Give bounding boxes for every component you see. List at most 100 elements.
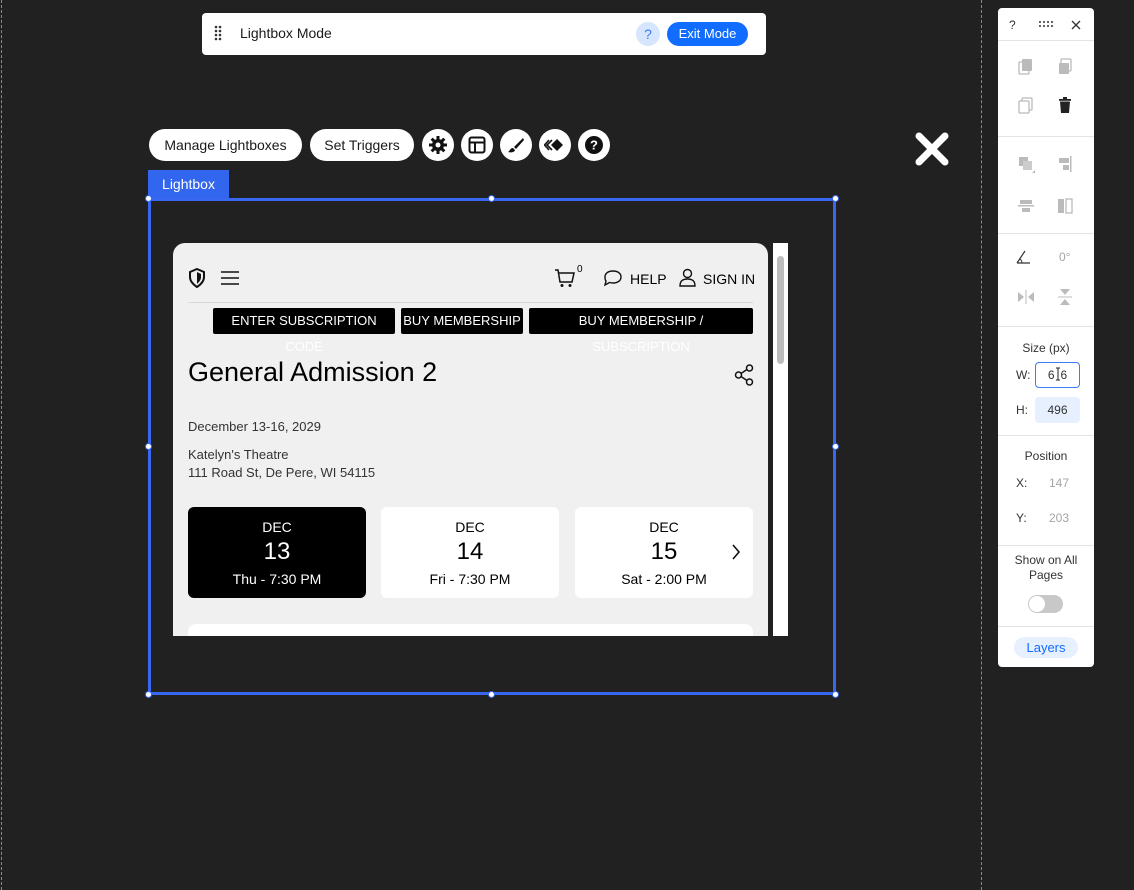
mode-help-button[interactable]: ? — [636, 22, 660, 46]
share-icon[interactable] — [734, 364, 754, 386]
width-value-end: 6 — [1060, 368, 1068, 382]
date-card-selected[interactable]: DEC 13 Thu - 7:30 PM — [188, 507, 366, 598]
match-size-icon[interactable] — [1055, 196, 1075, 216]
arrange-icon[interactable] — [1016, 154, 1036, 174]
lightbox-mode-bar: Lightbox Mode ? Exit Mode — [202, 13, 766, 55]
resize-handle-l[interactable] — [145, 443, 152, 450]
date-card-month: DEC — [649, 519, 679, 535]
panel-drag-icon[interactable] — [1038, 20, 1054, 28]
date-card-time: Fri - 7:30 PM — [429, 571, 511, 587]
panel-close-icon[interactable] — [1071, 20, 1081, 30]
flip-horizontal-icon[interactable] — [1016, 287, 1036, 307]
hamburger-menu-icon[interactable] — [221, 271, 239, 285]
width-label: W: — [1016, 368, 1031, 382]
toggle-knob — [1029, 596, 1045, 612]
inspector-panel: ? 0° Size (px) W: 6 6 H: 496 Position X:… — [998, 8, 1094, 667]
help-link[interactable]: HELP — [630, 271, 667, 287]
header-divider — [188, 302, 753, 303]
date-card-day: 14 — [456, 538, 484, 565]
height-input[interactable]: 496 — [1035, 397, 1080, 423]
sign-in-link[interactable]: SIGN IN — [703, 271, 755, 287]
panel-divider — [998, 626, 1094, 627]
date-card-month: DEC — [262, 519, 292, 535]
embedded-event-page: 0 HELP SIGN IN ENTER SUBSCRIPTION CODE B… — [173, 243, 768, 636]
shield-icon[interactable] — [188, 268, 206, 288]
resize-handle-tl[interactable] — [145, 195, 152, 202]
width-input[interactable]: 66 — [1035, 362, 1080, 388]
size-label: Size (px) — [1022, 341, 1070, 355]
paste-icon[interactable] — [1055, 56, 1075, 76]
panel-divider — [998, 40, 1094, 41]
flip-vertical-icon[interactable] — [1055, 287, 1075, 307]
resize-handle-tr[interactable] — [832, 195, 839, 202]
manage-lightboxes-button[interactable]: Manage Lightboxes — [149, 129, 302, 161]
close-lightbox-icon[interactable] — [914, 131, 950, 167]
panel-help-button[interactable]: ? — [1009, 18, 1016, 32]
panel-divider — [998, 136, 1094, 137]
distribute-icon[interactable] — [1016, 196, 1036, 216]
brush-icon — [508, 138, 524, 153]
copy-icon[interactable] — [1016, 56, 1036, 76]
cart-icon[interactable] — [554, 268, 576, 288]
next-section-card — [188, 624, 753, 636]
panel-divider — [998, 435, 1094, 436]
layout-button[interactable] — [461, 129, 493, 161]
page-scrollbar-thumb[interactable] — [777, 256, 784, 364]
chat-icon[interactable] — [603, 269, 623, 287]
user-icon[interactable] — [679, 268, 696, 287]
resize-handle-b[interactable] — [488, 691, 495, 698]
buy-membership-subscription-button[interactable]: BUY MEMBERSHIP / SUBSCRIPTION — [529, 308, 753, 354]
help-button[interactable]: ? — [578, 129, 610, 161]
date-card-time: Thu - 7:30 PM — [232, 571, 322, 587]
canvas-guide-right — [981, 0, 982, 890]
resize-handle-r[interactable] — [832, 443, 839, 450]
buy-membership-button[interactable]: BUY MEMBERSHIP — [401, 308, 523, 334]
y-label: Y: — [1016, 511, 1027, 525]
panel-divider — [998, 326, 1094, 327]
show-on-all-pages-toggle[interactable] — [1028, 595, 1063, 613]
animation-icon — [544, 139, 563, 151]
x-value[interactable]: 147 — [1049, 476, 1069, 490]
height-label: H: — [1016, 403, 1028, 417]
rotate-angle-icon[interactable] — [1014, 247, 1034, 267]
gear-icon — [429, 136, 447, 154]
show-on-all-pages-label: Show on All — [1014, 553, 1078, 567]
x-label: X: — [1016, 476, 1028, 490]
venue-name: Katelyn's Theatre — [188, 447, 289, 462]
resize-handle-t[interactable] — [488, 195, 495, 202]
resize-handle-br[interactable] — [832, 691, 839, 698]
align-icon[interactable] — [1055, 154, 1075, 174]
panel-divider — [998, 233, 1094, 234]
layers-button[interactable]: Layers — [1014, 637, 1078, 658]
resize-handle-bl[interactable] — [145, 691, 152, 698]
design-button[interactable] — [500, 129, 532, 161]
event-dates: December 13-16, 2029 — [188, 419, 321, 434]
width-value-start: 6 — [1047, 368, 1055, 382]
help-icon: ? — [585, 136, 603, 154]
settings-button[interactable] — [422, 129, 454, 161]
date-card[interactable]: DEC 15 Sat - 2:00 PM — [575, 507, 753, 598]
lightbox-tag[interactable]: Lightbox — [148, 170, 229, 198]
date-card-time: Sat - 2:00 PM — [621, 571, 707, 587]
date-card[interactable]: DEC 14 Fri - 7:30 PM — [381, 507, 559, 598]
date-card-day: 13 — [263, 538, 291, 565]
venue-address: 111 Road St, De Pere, WI 54115 — [188, 465, 376, 480]
drag-handle-icon[interactable] — [214, 25, 222, 41]
set-triggers-button[interactable]: Set Triggers — [310, 129, 414, 161]
mode-title: Lightbox Mode — [240, 25, 332, 41]
show-on-all-pages-label-line2: Pages — [1028, 568, 1064, 582]
svg-text:?: ? — [590, 138, 598, 153]
canvas-guide-left — [1, 0, 2, 890]
panel-divider — [998, 545, 1094, 546]
enter-subscription-code-button[interactable]: ENTER SUBSCRIPTION CODE — [213, 308, 395, 354]
event-title: General Admission 2 — [188, 357, 438, 387]
animation-button[interactable] — [539, 129, 571, 161]
delete-icon[interactable] — [1055, 95, 1075, 115]
cart-count: 0 — [577, 264, 583, 275]
layout-icon — [468, 136, 486, 154]
chevron-right-icon[interactable] — [731, 544, 741, 560]
y-value[interactable]: 203 — [1049, 511, 1069, 525]
exit-mode-button[interactable]: Exit Mode — [667, 22, 748, 46]
duplicate-icon[interactable] — [1016, 95, 1036, 115]
rotation-value[interactable]: 0° — [1059, 250, 1070, 264]
